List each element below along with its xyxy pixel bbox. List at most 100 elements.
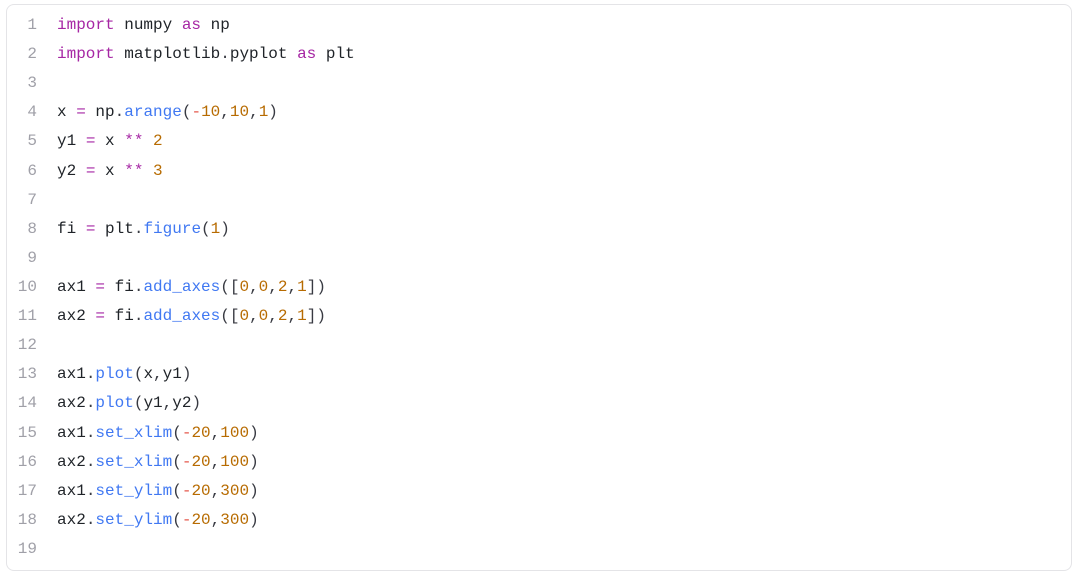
code-content: y2 = x ** 3 [57, 157, 1071, 186]
code-token: - [182, 511, 192, 529]
code-token: . [115, 103, 125, 121]
code-line: 2import matplotlib.pyplot as plt [7, 40, 1071, 69]
code-token: ) [249, 453, 259, 471]
line-number: 13 [7, 360, 57, 389]
line-number: 19 [7, 535, 57, 564]
code-token: ( [172, 511, 182, 529]
code-token: , [211, 453, 221, 471]
code-token: 0 [239, 307, 249, 325]
code-token: set_xlim [95, 424, 172, 442]
code-token: set_xlim [95, 453, 172, 471]
code-token: x [57, 103, 76, 121]
code-token: y2 [172, 394, 191, 412]
code-token: . [86, 424, 96, 442]
code-token: ]) [307, 307, 326, 325]
code-token: ( [134, 394, 144, 412]
code-token: 0 [259, 278, 269, 296]
code-token: = [86, 220, 96, 238]
code-token: x [143, 365, 153, 383]
code-token: 10 [230, 103, 249, 121]
code-token: x [95, 132, 124, 150]
code-token: x [95, 162, 124, 180]
code-token: , [288, 278, 298, 296]
code-token: fi [105, 307, 134, 325]
code-token: set_ylim [95, 482, 172, 500]
code-token: , [249, 307, 259, 325]
code-token: numpy [115, 16, 182, 34]
code-token: - [182, 482, 192, 500]
code-line: 10ax1 = fi.add_axes([0,0,2,1]) [7, 273, 1071, 302]
code-token: ax2 [57, 394, 86, 412]
code-token: . [86, 511, 96, 529]
code-token: 1 [259, 103, 269, 121]
code-line: 7 [7, 186, 1071, 215]
line-number: 5 [7, 127, 57, 156]
code-content: ax1.set_ylim(-20,300) [57, 477, 1071, 506]
code-token: 1 [211, 220, 221, 238]
code-token: , [249, 103, 259, 121]
code-token: , [163, 394, 173, 412]
line-number: 1 [7, 11, 57, 40]
code-token: . [86, 482, 96, 500]
line-number: 3 [7, 69, 57, 98]
code-token: ([ [220, 307, 239, 325]
code-token: 0 [259, 307, 269, 325]
code-line: 9 [7, 244, 1071, 273]
code-token: 1 [297, 307, 307, 325]
code-token: ax2 [57, 453, 86, 471]
line-number: 7 [7, 186, 57, 215]
code-content: import numpy as np [57, 11, 1071, 40]
line-number: 18 [7, 506, 57, 535]
line-number: 10 [7, 273, 57, 302]
code-token: pyplot [230, 45, 297, 63]
code-line: 5y1 = x ** 2 [7, 127, 1071, 156]
code-token: = [86, 162, 96, 180]
code-line: 17ax1.set_ylim(-20,300) [7, 477, 1071, 506]
code-token: ([ [220, 278, 239, 296]
code-token: y1 [143, 394, 162, 412]
code-token: ax1 [57, 365, 86, 383]
code-token: 2 [278, 278, 288, 296]
code-token: ( [172, 453, 182, 471]
code-token: 20 [191, 482, 210, 500]
line-number: 9 [7, 244, 57, 273]
code-token: plt [95, 220, 133, 238]
code-token: arange [124, 103, 182, 121]
line-number: 14 [7, 389, 57, 418]
code-line: 13ax1.plot(x,y1) [7, 360, 1071, 389]
code-content: ax2.plot(y1,y2) [57, 389, 1071, 418]
code-token: . [134, 278, 144, 296]
code-content [57, 69, 1071, 98]
code-token: ** [124, 132, 143, 150]
code-token: 100 [220, 424, 249, 442]
code-line: 15ax1.set_xlim(-20,100) [7, 419, 1071, 448]
line-number: 11 [7, 302, 57, 331]
code-token: np [86, 103, 115, 121]
code-content [57, 535, 1071, 564]
code-token: = [95, 307, 105, 325]
code-token: 100 [220, 453, 249, 471]
code-token: fi [105, 278, 134, 296]
code-token: 0 [239, 278, 249, 296]
code-token: ax2 [57, 307, 95, 325]
code-token: ( [182, 103, 192, 121]
code-token: ( [134, 365, 144, 383]
code-token: add_axes [143, 307, 220, 325]
code-token [143, 132, 153, 150]
code-token: ) [249, 482, 259, 500]
code-token: ax2 [57, 511, 86, 529]
code-token: 20 [191, 511, 210, 529]
code-token: add_axes [143, 278, 220, 296]
code-token: 10 [201, 103, 220, 121]
code-token: . [86, 453, 96, 471]
code-token: ) [220, 220, 230, 238]
code-token: y1 [57, 132, 86, 150]
code-token [143, 162, 153, 180]
line-number: 4 [7, 98, 57, 127]
code-token: import [57, 16, 115, 34]
code-token: 20 [191, 453, 210, 471]
line-number: 2 [7, 40, 57, 69]
code-token: . [134, 307, 144, 325]
code-token: , [268, 307, 278, 325]
code-content [57, 186, 1071, 215]
